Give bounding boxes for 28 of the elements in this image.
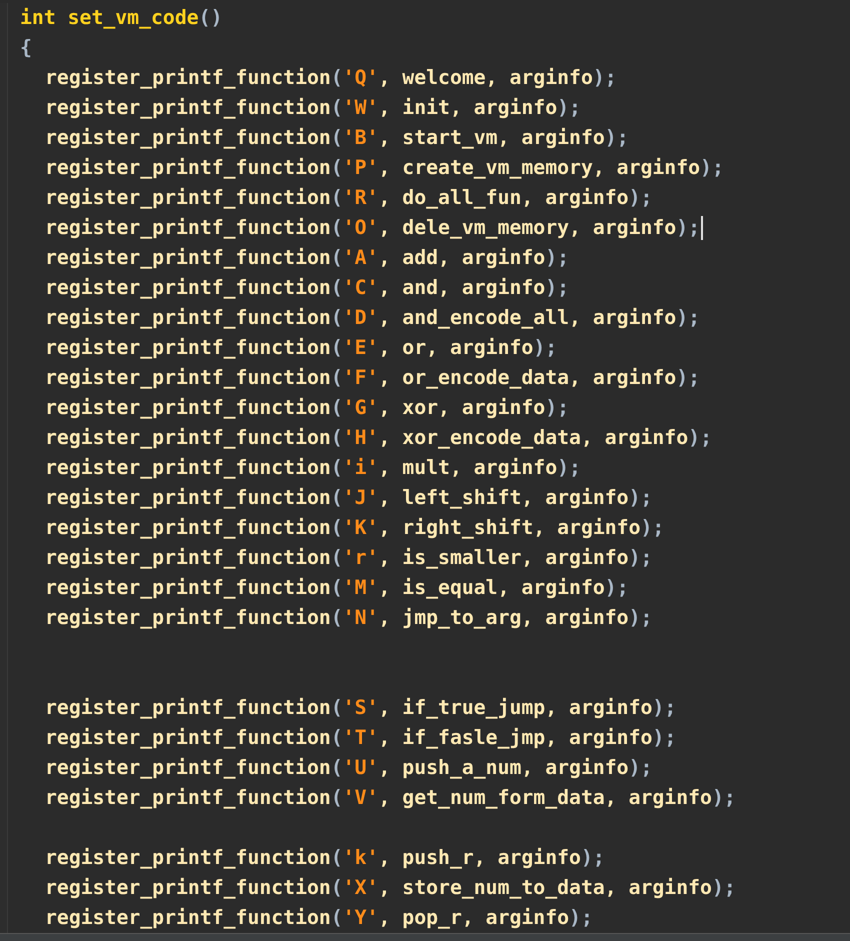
code-line: register_printf_function('r', is_smaller, arginfo); <box>45 545 652 572</box>
code-line: register_printf_function('M', is_equal, arginfo); <box>45 575 629 602</box>
code-line: register_printf_function('F', or_encode_data, arginfo); <box>45 365 700 392</box>
code-line: register_printf_function('V', get_num_form_data, arginfo); <box>45 785 736 812</box>
code-line: register_printf_function('T', if_fasle_jmp, arginfo); <box>45 725 676 752</box>
code-line: register_printf_function('X', store_num_to_data, arginfo); <box>45 875 736 902</box>
code-line: register_printf_function('k', push_r, arginfo); <box>45 845 605 872</box>
code-line: register_printf_function('A', add, arginfo); <box>45 245 570 272</box>
code-line: register_printf_function('C', and, arginfo); <box>45 275 570 302</box>
code-line: register_printf_function('S', if_true_jump, arginfo); <box>45 695 676 722</box>
code-line: register_printf_function('H', xor_encode_data, arginfo); <box>45 425 712 452</box>
code-line: register_printf_function('P', create_vm_memory, arginfo); <box>45 155 724 182</box>
code-line: register_printf_function('G', xor, arginfo); <box>45 395 570 422</box>
code-line: register_printf_function('R', do_all_fun, arginfo); <box>45 185 652 212</box>
code-line: register_printf_function('N', jmp_to_arg, arginfo); <box>45 605 652 632</box>
code-line: register_printf_function('K', right_shift, arginfo); <box>45 515 664 542</box>
code-line: register_printf_function('E', or, arginfo); <box>45 335 558 362</box>
code-line: register_printf_function('Q', welcome, arginfo); <box>45 65 617 92</box>
code-line: register_printf_function('U', push_a_num, arginfo); <box>45 755 652 782</box>
code-line: register_printf_function('W', init, arginfo); <box>45 95 581 122</box>
code-line: register_printf_function('i', mult, arginfo); <box>45 455 581 482</box>
code-brace: { <box>20 35 32 62</box>
code-line: register_printf_function('J', left_shift, arginfo); <box>45 485 652 512</box>
function-signature: int set_vm_code() <box>20 5 222 32</box>
code-line: register_printf_function('B', start_vm, arginfo); <box>45 125 629 152</box>
code-line: register_printf_function('D', and_encode_all, arginfo); <box>45 305 700 332</box>
code-line: register_printf_function('Y', pop_r, arginfo); <box>45 905 593 932</box>
code-line: register_printf_function('O', dele_vm_memory, arginfo); <box>45 213 704 243</box>
